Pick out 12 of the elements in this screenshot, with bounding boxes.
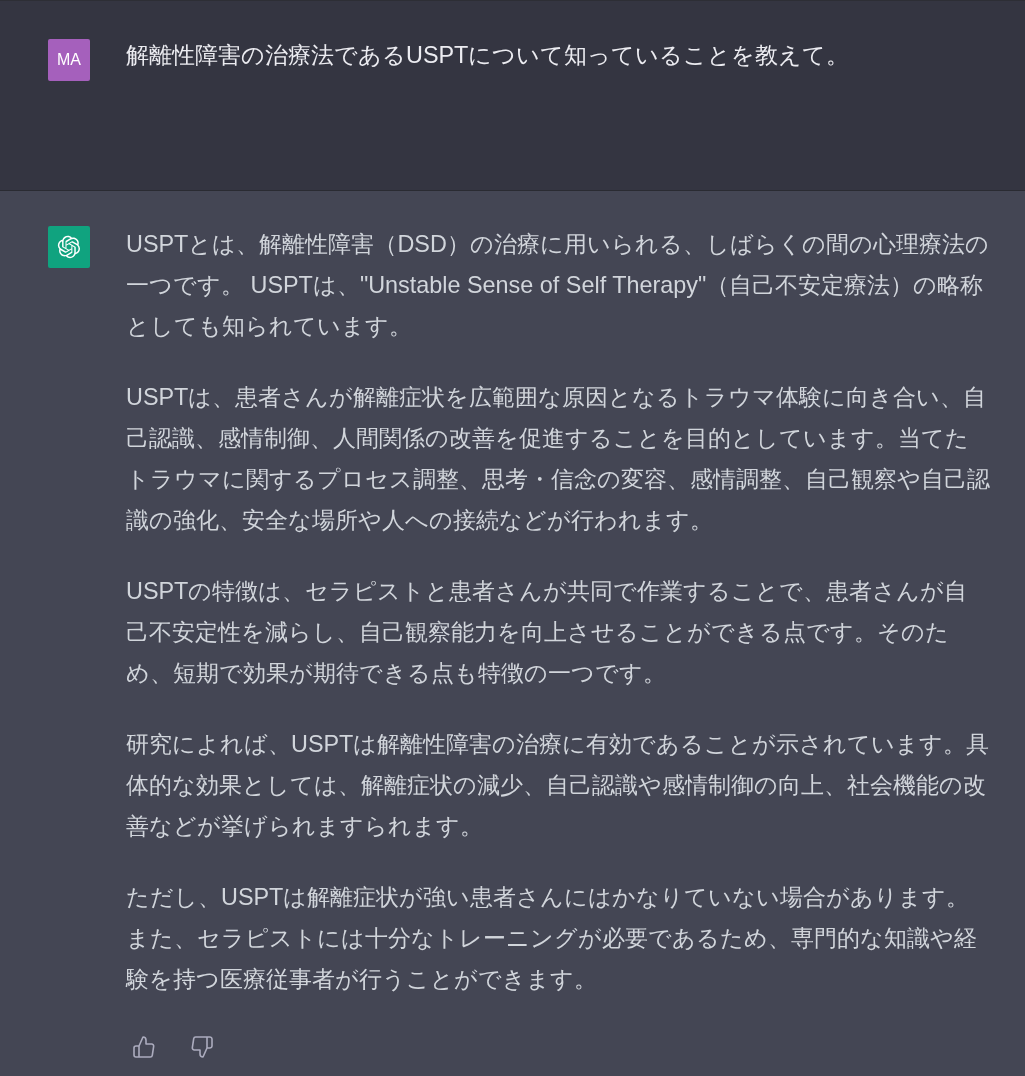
user-avatar: MA [48, 39, 90, 81]
assistant-paragraph: USPTとは、解離性障害（DSD）の治療に用いられる、しばらくの間の心理療法の一つです。 USPTは、"Unstable Sense of Self Therapy"（自己不安定療法）の略称としても知られています。 [126, 230, 990, 341]
thumbs-down-button[interactable] [191, 1036, 213, 1058]
assistant-paragraph: USPTの特徴は、セラピストと患者さんが共同で作業することで、患者さんが自己不安定性を減らし、自己観察能力を向上させることができる点です。そのため、短期で効果が期待できる点も特徴の一つです。 [126, 577, 969, 688]
thumbs-up-icon [133, 1036, 155, 1058]
assistant-paragraph: USPTは、患者さんが解離症状を広範囲な原因となるトラウマ体験に向き合い、自己認識、感情制御、人間関係の改善を促進することを目的としています。当てたトラウマに関するプロセス調整、思考・信念の変容、感情調整、自己観察や自己認識の強化、安全な場所や人への接続などが行われます。 [126, 383, 990, 535]
thumbs-down-icon [191, 1036, 213, 1058]
assistant-paragraph: ただし、USPTは解離症状が強い患者さんにはかなりていない場合があります。また、セラピストには十分なトレーニングが必要であるため、専門的な知識や経験を持つ医療従事者が行うことができます。 [126, 883, 978, 994]
assistant-logo-icon [48, 226, 90, 268]
user-message: 解離性障害の治療法であるUSPTについて知っていることを教えて。 [126, 41, 851, 70]
thumbs-up-button[interactable] [133, 1036, 155, 1058]
assistant-paragraph: 研究によれば、USPTは解離性障害の治療に有効であることが示されています。具体的な効果としては、解離症状の減少、自己認識や感情制御の向上、社会機能の改善などが挙げられますられます。 [126, 730, 990, 841]
